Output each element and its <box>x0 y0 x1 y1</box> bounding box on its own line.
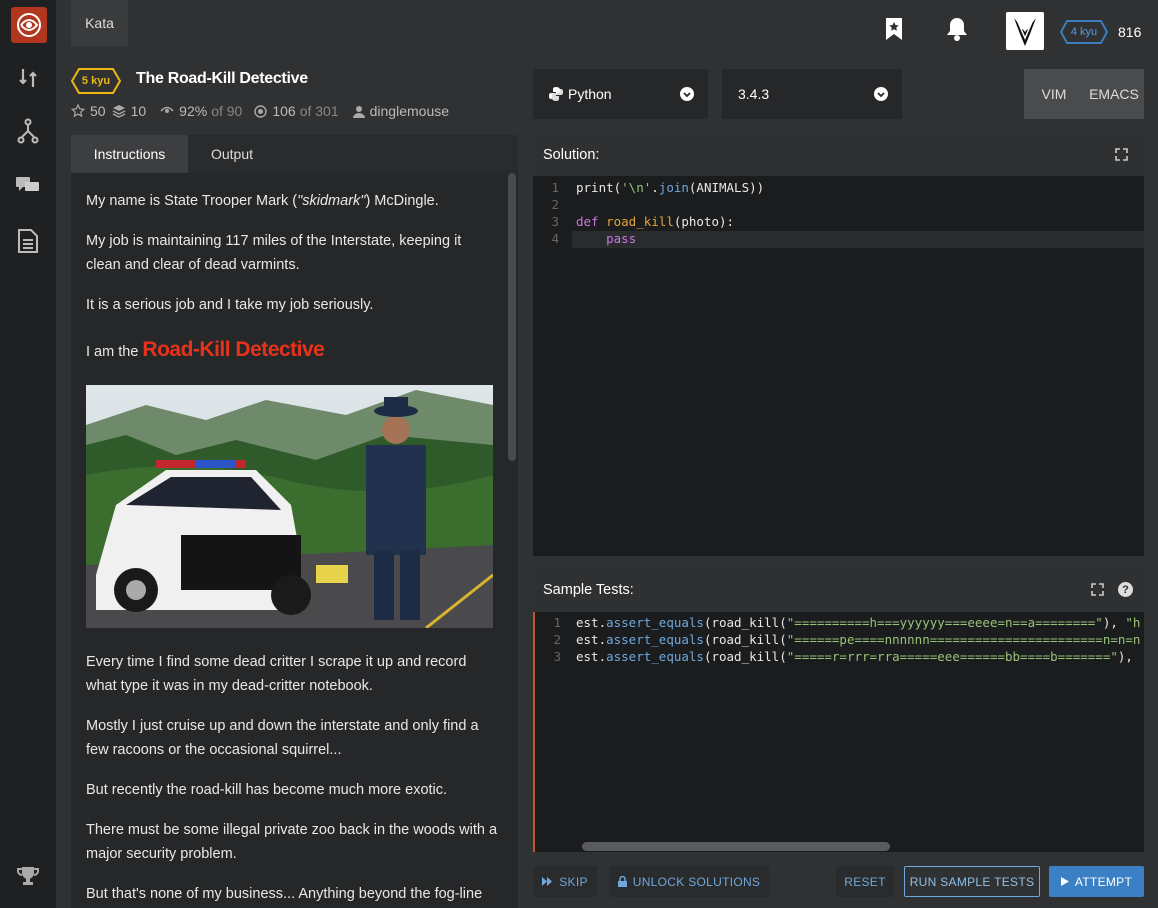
play-icon <box>1060 877 1069 886</box>
fullscreen-icon[interactable] <box>1091 583 1104 600</box>
chevron-down-icon <box>680 87 694 101</box>
satisfaction-of: of 90 <box>211 103 243 119</box>
tab-instructions[interactable]: Instructions <box>71 135 188 173</box>
trophy-icon[interactable] <box>14 862 42 890</box>
language-value: Python <box>568 86 612 102</box>
active-line-highlight <box>572 231 1144 248</box>
fullscreen-icon[interactable] <box>1115 148 1128 165</box>
fast-forward-icon <box>542 877 553 886</box>
completed-of: of 301 <box>299 103 339 119</box>
code-line: pass <box>606 231 637 246</box>
line-number: 3 <box>553 649 561 664</box>
lock-icon <box>617 876 627 887</box>
unlock-label: UNLOCK SOLUTIONS <box>632 874 761 889</box>
practice-icon[interactable] <box>14 64 42 92</box>
skip-button[interactable]: SKIP <box>533 866 597 897</box>
run-sample-tests-button[interactable]: RUN SAMPLE TESTS <box>904 866 1040 897</box>
author-stat[interactable]: dinglemouse <box>352 103 450 119</box>
rank-label: 4 kyu <box>1070 26 1098 38</box>
code-line: est.assert_equals(road_kill("======pe===… <box>576 632 1141 647</box>
instruction-paragraph: It is a serious job and I take my job se… <box>86 297 374 313</box>
rank-badge: 4 kyu <box>1060 20 1108 44</box>
instructions-scrollbar[interactable] <box>508 173 516 461</box>
avatar[interactable] <box>1006 12 1044 50</box>
satisfaction-stat: 92% of 90 <box>160 103 246 119</box>
trooper-photo <box>86 385 493 628</box>
layers-icon <box>112 105 125 118</box>
kata-stats: 50 10 92% of 90 106 of 301 dinglemouse <box>71 103 463 119</box>
stars-count: 50 <box>90 103 106 119</box>
tests-header: Sample Tests: ? <box>533 569 1144 611</box>
chevron-down-icon <box>874 87 888 101</box>
line-number: 2 <box>551 197 559 212</box>
eye-icon <box>160 106 174 113</box>
author-name: dinglemouse <box>369 103 450 119</box>
help-icon[interactable]: ? <box>1118 582 1133 597</box>
line-number: 3 <box>551 214 559 229</box>
tests-horizontal-scrollbar[interactable] <box>582 842 890 851</box>
kata-tab[interactable]: Kata <box>71 0 128 46</box>
instruction-paragraph: But recently the road-kill has become mu… <box>86 782 448 798</box>
fork-icon[interactable] <box>14 117 42 145</box>
completed-value: 106 <box>272 103 296 119</box>
python-icon <box>549 87 563 101</box>
instruction-paragraph: I am the Road-Kill Detective <box>86 338 325 361</box>
instruction-paragraph: Every time I find some dead critter I sc… <box>86 654 467 694</box>
line-number: 4 <box>551 231 559 246</box>
code-line: print('\n'.join(ANIMALS)) <box>576 180 765 195</box>
keybinding-toggle: VIM EMACS <box>1024 69 1144 119</box>
attempt-button[interactable]: ATTEMPT <box>1049 866 1144 897</box>
instruction-paragraph: Mostly I just cruise up and down the int… <box>86 718 479 758</box>
line-number: 1 <box>553 615 561 630</box>
instruction-paragraph: My name is State Trooper Mark ("skidmark… <box>86 193 439 209</box>
kyu-label: 5 kyu <box>81 75 111 87</box>
collections-stat[interactable]: 10 <box>112 103 147 119</box>
instruction-paragraph: But that's none of my business... Anythi… <box>86 886 483 902</box>
version-select[interactable]: 3.4.3 <box>722 69 902 119</box>
kyu-badge: 5 kyu <box>71 68 121 94</box>
solution-title: Solution: <box>543 147 600 163</box>
version-value: 3.4.3 <box>738 86 770 102</box>
user-icon <box>352 105 365 118</box>
code-line: def road_kill(photo): <box>576 214 735 229</box>
solution-editor[interactable]: 1 2 3 4 print('\n'.join(ANIMALS)) def ro… <box>533 176 1144 556</box>
line-number: 2 <box>553 632 561 647</box>
docs-icon[interactable] <box>14 227 42 255</box>
collections-count: 10 <box>130 103 147 119</box>
solution-header: Solution: <box>533 134 1144 176</box>
codewars-logo[interactable] <box>11 7 47 43</box>
vim-button[interactable]: VIM <box>1024 69 1084 119</box>
left-rail <box>0 0 56 908</box>
kata-title: The Road-Kill Detective <box>136 70 308 87</box>
reset-button[interactable]: RESET <box>836 866 894 897</box>
instruction-paragraph: There must be some illegal private zoo b… <box>86 822 498 862</box>
code-line: est.assert_equals(road_kill("=====r=rrr=… <box>576 649 1133 664</box>
honor-count: 816 <box>1118 24 1142 40</box>
skip-label: SKIP <box>559 874 588 889</box>
line-number: 1 <box>551 180 559 195</box>
stars-stat[interactable]: 50 <box>71 103 106 119</box>
unlock-solutions-button[interactable]: UNLOCK SOLUTIONS <box>609 866 769 897</box>
tests-title: Sample Tests: <box>543 582 634 598</box>
language-select[interactable]: Python <box>533 69 708 119</box>
instruction-paragraph: My job is maintaining 117 miles of the I… <box>86 233 462 273</box>
discuss-icon[interactable] <box>14 171 42 199</box>
satisfaction-value: 92% <box>179 103 208 119</box>
completed-stat: 106 of 301 <box>254 103 342 119</box>
star-icon <box>71 104 85 118</box>
road-kill-heading: Road-Kill Detective <box>142 338 325 361</box>
bell-icon[interactable] <box>945 16 969 42</box>
instructions-panel: My name is State Trooper Mark ("skidmark… <box>71 173 518 908</box>
tests-editor[interactable]: 1 2 3 est.assert_equals(road_kill("=====… <box>533 612 1144 852</box>
code-line: est.assert_equals(road_kill("==========h… <box>576 615 1141 630</box>
attempt-label: ATTEMPT <box>1074 874 1133 889</box>
target-icon <box>254 104 268 118</box>
tab-output[interactable]: Output <box>188 135 276 173</box>
bookmark-icon[interactable] <box>882 16 906 42</box>
emacs-button[interactable]: EMACS <box>1084 69 1144 119</box>
description-tabs: Instructions Output <box>71 135 518 173</box>
